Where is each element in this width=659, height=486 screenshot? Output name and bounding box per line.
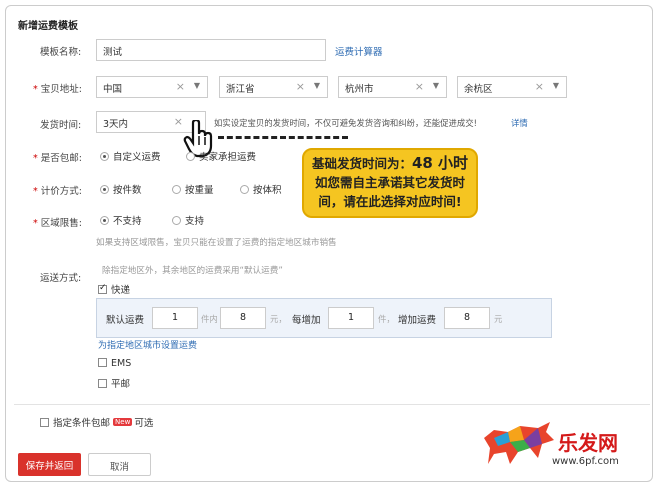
ship-time-callout: 基础发货时间为：48 小时 如您需自主承诺其它发货时 间，请在此选择对应时间! <box>302 148 478 218</box>
district-select[interactable]: 余杭区 × ▼ <box>457 76 567 98</box>
radio-by-count[interactable]: 按件数 <box>100 182 142 196</box>
express-checkbox[interactable]: 快递 <box>98 282 130 296</box>
unit-item2-label: 件， <box>378 314 395 324</box>
radio-icon <box>100 185 109 194</box>
radio-icon <box>100 152 109 161</box>
clear-icon[interactable]: × <box>176 80 185 93</box>
default-fee-label: 默认运费 <box>106 315 145 326</box>
add-fee-input[interactable]: 8 <box>444 307 490 329</box>
bull-logo <box>484 422 554 464</box>
watermark-text: 乐发网 <box>558 431 618 455</box>
region-limit-hint: 如果支持区域限售，宝贝只能在设置了运费的指定地区城市销售 <box>96 238 337 248</box>
unit-yuan-label: 元， <box>270 314 287 324</box>
radio-by-volume[interactable]: 按体积 <box>240 182 282 196</box>
region-limit-label: * 区域限售: <box>33 218 82 229</box>
radio-by-weight[interactable]: 按重量 <box>172 182 214 196</box>
radio-icon <box>172 185 181 194</box>
ship-time-hint: 如实设定宝贝的发货时间，不仅可避免发货咨询和纠纷，还能促进成交! <box>214 118 477 128</box>
add-count-input[interactable]: 1 <box>328 307 374 329</box>
pricing-label: * 计价方式: <box>33 186 82 197</box>
new-badge: New <box>113 418 133 426</box>
address-label: * 宝贝地址: <box>33 84 82 95</box>
ship-time-detail-link[interactable]: 详情 <box>511 117 528 129</box>
country-select[interactable]: 中国 × ▼ <box>96 76 208 98</box>
freight-calculator-link[interactable]: 运费计算器 <box>335 44 383 58</box>
radio-seller-pays[interactable]: 卖家承担运费 <box>186 149 256 163</box>
radio-icon <box>172 216 181 225</box>
radio-icon <box>186 152 195 161</box>
template-name-input[interactable]: 测试 <box>96 39 326 61</box>
callout-connector <box>218 136 348 139</box>
section-divider <box>14 404 650 405</box>
chevron-down-icon: ▼ <box>313 81 320 90</box>
page-title: 新增运费模板 <box>18 21 78 32</box>
chevron-down-icon: ▼ <box>552 81 559 90</box>
watermark-url: www.6pf.com <box>552 456 619 467</box>
unit-item-label: 件内 <box>201 314 218 324</box>
clear-icon[interactable]: × <box>535 80 544 93</box>
checkbox-icon <box>98 283 107 294</box>
clear-icon[interactable]: × <box>174 115 183 128</box>
chevron-down-icon: ▼ <box>432 81 439 90</box>
first-fee-input[interactable]: 8 <box>220 307 266 329</box>
radio-custom-fee[interactable]: 自定义运费 <box>100 149 161 163</box>
ems-checkbox[interactable]: EMS <box>98 358 131 369</box>
condition-free-shipping-checkbox[interactable]: 指定条件包邮 New 可选 <box>40 415 153 429</box>
radio-icon <box>240 185 249 194</box>
unit-yuan2-label: 元 <box>494 314 503 324</box>
free-shipping-label: * 是否包邮: <box>33 153 82 164</box>
radio-not-support[interactable]: 不支持 <box>100 213 142 227</box>
chevron-down-icon: ▼ <box>193 81 200 90</box>
checkbox-icon <box>40 418 49 427</box>
template-name-label: 模板名称: <box>40 47 82 58</box>
save-button[interactable]: 保存并返回 <box>18 453 81 476</box>
province-select[interactable]: 浙江省 × ▼ <box>219 76 328 98</box>
delivery-hint: 除指定地区外，其余地区的运费采用“默认运费” <box>102 266 283 276</box>
ship-time-label: 发货时间: <box>40 120 82 131</box>
radio-support[interactable]: 支持 <box>172 213 204 227</box>
region-fee-link[interactable]: 为指定地区城市设置运费 <box>98 338 197 351</box>
cancel-button[interactable]: 取消 <box>88 453 151 476</box>
delivery-label: 运送方式: <box>40 273 82 284</box>
city-select[interactable]: 杭州市 × ▼ <box>338 76 447 98</box>
post-checkbox[interactable]: 平邮 <box>98 376 130 390</box>
add-label: 每增加 <box>292 315 321 326</box>
checkbox-icon <box>98 358 107 367</box>
clear-icon[interactable]: × <box>415 80 424 93</box>
first-count-input[interactable]: 1 <box>152 307 198 329</box>
add-fee-label: 增加运费 <box>398 315 437 326</box>
radio-icon <box>100 216 109 225</box>
clear-icon[interactable]: × <box>296 80 305 93</box>
checkbox-icon <box>98 379 107 388</box>
